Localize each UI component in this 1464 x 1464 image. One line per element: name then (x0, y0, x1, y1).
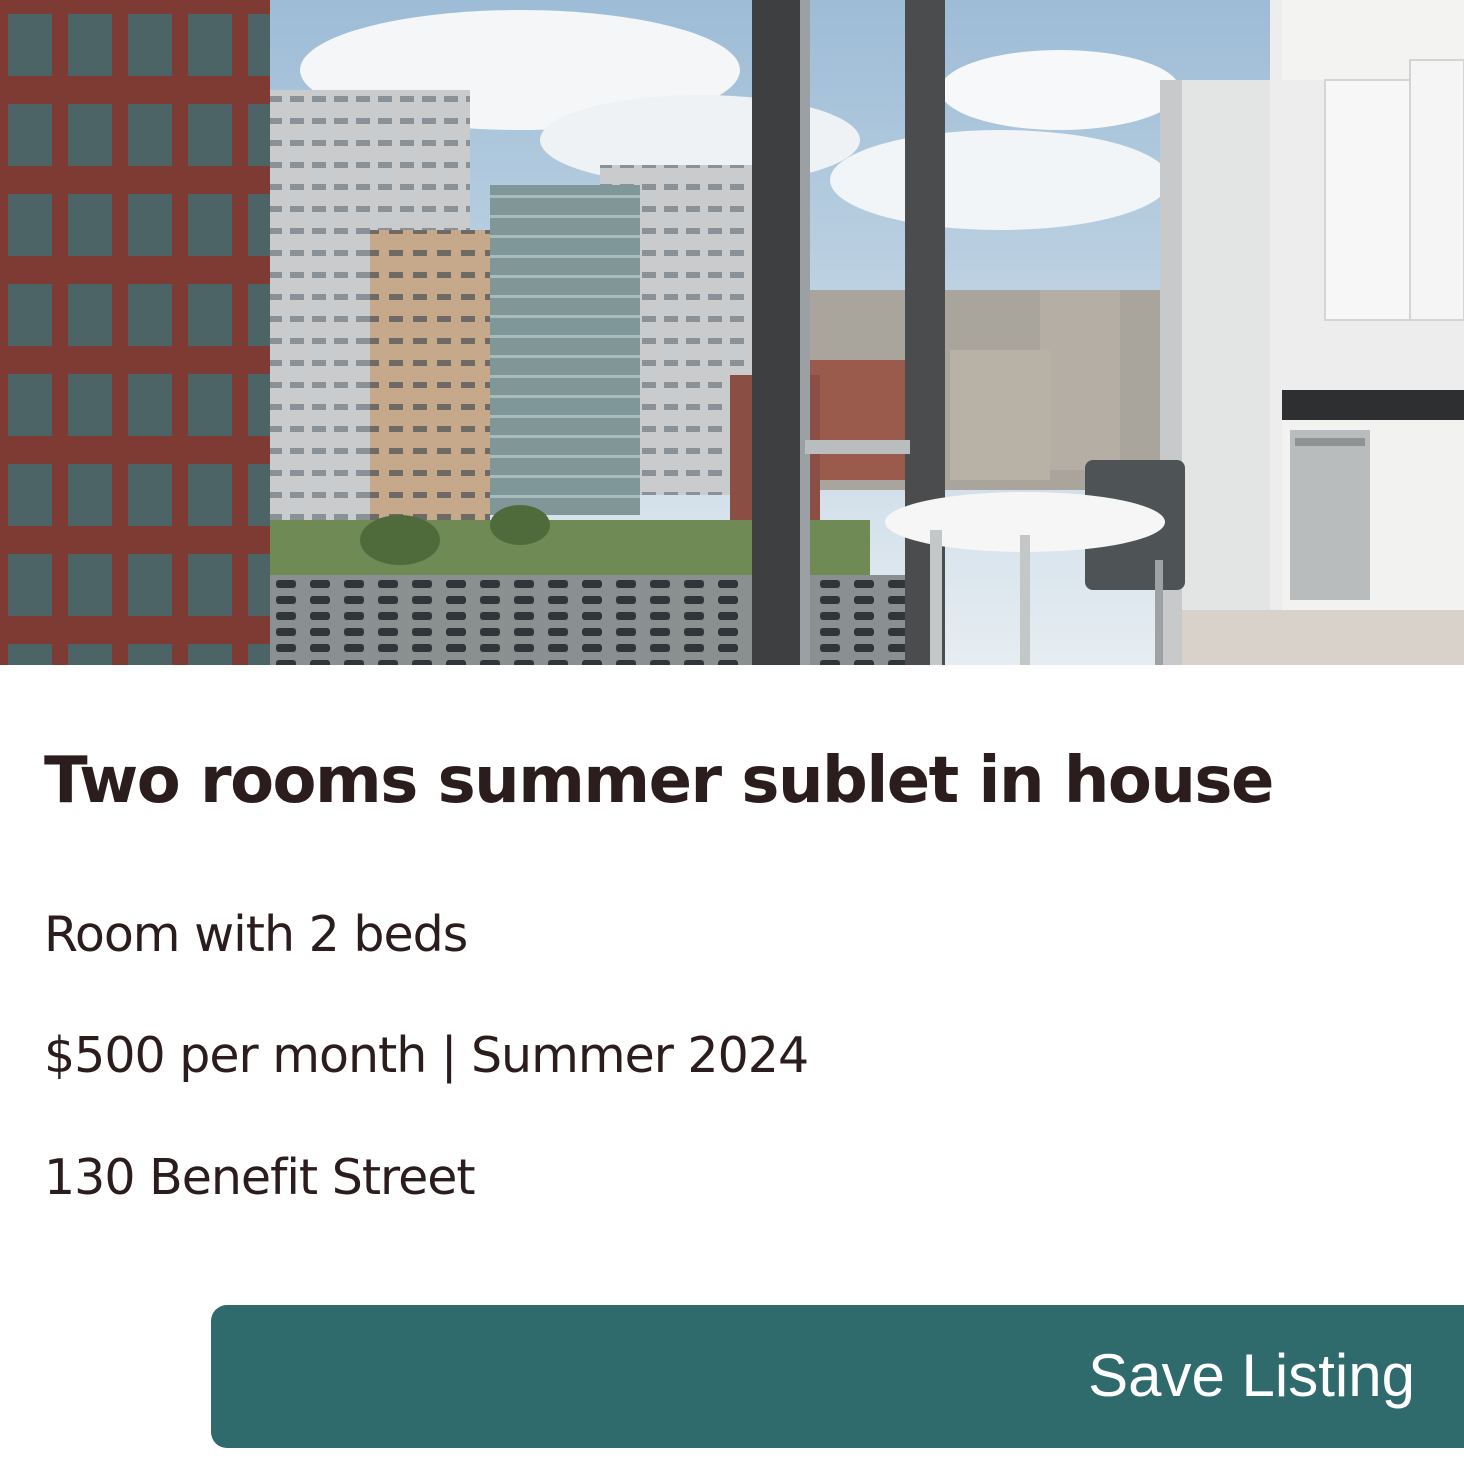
save-listing-button[interactable]: Save Listing (211, 1305, 1464, 1448)
listing-card: Two rooms summer sublet in house Room wi… (0, 0, 1464, 1464)
address: 130 Benefit Street (44, 1149, 476, 1206)
save-listing-label: Save Listing (1088, 1342, 1415, 1409)
listing-photo[interactable] (0, 0, 1464, 665)
listing-title: Two rooms summer sublet in house (44, 744, 1274, 818)
price-term: $500 per month | Summer 2024 (44, 1027, 809, 1084)
room-info: Room with 2 beds (44, 906, 468, 963)
